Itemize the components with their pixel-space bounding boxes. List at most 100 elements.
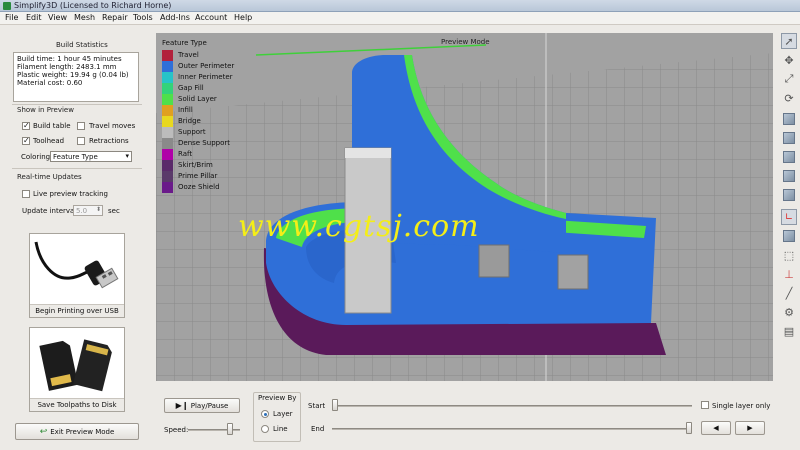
retractions-checkbox[interactable] bbox=[77, 137, 85, 145]
preview-viewport[interactable]: Preview Mode Feature Type Travel Outer P… bbox=[156, 33, 773, 381]
stat-filament-length: Filament length: 2483.1 mm bbox=[17, 63, 117, 71]
live-preview-tracking-checkbox[interactable] bbox=[22, 190, 30, 198]
legend-label: Travel bbox=[178, 51, 199, 59]
toolhead-label: Toolhead bbox=[33, 137, 65, 145]
divider bbox=[12, 104, 142, 105]
gear-icon[interactable]: ⚙ bbox=[781, 304, 797, 320]
view-cube-top-icon[interactable] bbox=[781, 130, 797, 146]
end-slider-thumb[interactable] bbox=[686, 422, 692, 434]
menu-view[interactable]: View bbox=[48, 13, 67, 22]
view-cube-front-icon[interactable] bbox=[781, 111, 797, 127]
start-slider-thumb[interactable] bbox=[332, 399, 338, 411]
legend-item: Bridge bbox=[162, 116, 207, 127]
line-radio[interactable] bbox=[261, 425, 269, 433]
legend-item: Gap Fill bbox=[162, 83, 207, 94]
print-usb-button[interactable]: Begin Printing over USB bbox=[29, 233, 125, 318]
single-layer-checkbox[interactable] bbox=[701, 401, 709, 409]
menu-add-ins[interactable]: Add-Ins bbox=[160, 13, 190, 22]
update-interval-label: Update interval bbox=[22, 207, 77, 215]
start-slider-track[interactable] bbox=[332, 405, 692, 407]
menu-repair[interactable]: Repair bbox=[102, 13, 128, 22]
cube-solid-icon[interactable] bbox=[781, 228, 797, 244]
tool-nozzle-icon[interactable]: ⊥ bbox=[781, 266, 797, 282]
travel-line bbox=[255, 44, 487, 56]
legend-item: Inner Perimeter bbox=[162, 72, 233, 83]
end-slider-track[interactable] bbox=[332, 428, 692, 430]
update-interval-spinner[interactable]: 5.0 bbox=[73, 205, 103, 216]
feature-type-legend: Feature Type Travel Outer Perimeter Inne… bbox=[162, 39, 234, 193]
save-to-disk-button[interactable]: Save Toolpaths to Disk bbox=[29, 327, 125, 412]
model-preview-canvas bbox=[156, 33, 773, 381]
speed-slider-thumb[interactable] bbox=[227, 423, 234, 435]
legend-swatch bbox=[162, 160, 173, 171]
legend-swatch bbox=[162, 138, 173, 149]
single-layer-label: Single layer only bbox=[712, 402, 771, 410]
legend-label: Solid Layer bbox=[178, 95, 217, 103]
divider bbox=[12, 168, 142, 169]
move-icon[interactable]: ✥ bbox=[781, 52, 797, 68]
legend-item: Infill bbox=[162, 105, 207, 116]
line-icon[interactable]: ╱ bbox=[781, 285, 797, 301]
legend-label: Bridge bbox=[178, 117, 201, 125]
legend-item: Skirt/Brim bbox=[162, 160, 213, 171]
legend-item: Outer Perimeter bbox=[162, 61, 234, 72]
legend-swatch bbox=[162, 127, 173, 138]
legend-item: Dense Support bbox=[162, 138, 230, 149]
app-icon bbox=[3, 2, 11, 10]
menu-help[interactable]: Help bbox=[234, 13, 252, 22]
preview-by-title: Preview By bbox=[258, 394, 297, 402]
retractions-label: Retractions bbox=[89, 137, 129, 145]
travel-moves-label: Travel moves bbox=[89, 122, 136, 130]
play-pause-button[interactable]: ▶❙ Play/Pause bbox=[164, 398, 240, 413]
legend-item: Solid Layer bbox=[162, 94, 217, 105]
legend-swatch bbox=[162, 83, 173, 94]
view-cube-side-icon[interactable] bbox=[781, 149, 797, 165]
build-table-label: Build table bbox=[33, 122, 71, 130]
previous-layer-button[interactable]: ◀ bbox=[701, 421, 731, 435]
rotate-icon[interactable]: ⟳ bbox=[781, 90, 797, 106]
view-cube-iso-icon[interactable] bbox=[781, 168, 797, 184]
line-radio-label: Line bbox=[273, 425, 288, 433]
playback-controls: ▶❙ Play/Pause Speed: Preview By Layer Li… bbox=[156, 384, 773, 450]
next-layer-button[interactable]: ▶ bbox=[735, 421, 765, 435]
print-usb-label: Begin Printing over USB bbox=[30, 304, 124, 317]
travel-moves-checkbox[interactable] bbox=[77, 122, 85, 130]
coloring-select[interactable]: Feature Type bbox=[50, 151, 132, 162]
build-table-checkbox[interactable] bbox=[22, 121, 30, 130]
update-interval-unit: sec bbox=[108, 207, 120, 215]
menu-tools[interactable]: Tools bbox=[133, 13, 153, 22]
cube-wire-icon[interactable]: ⬚ bbox=[781, 247, 797, 263]
stat-material-cost: Material cost: 0.60 bbox=[17, 79, 83, 87]
menu-file[interactable]: File bbox=[5, 13, 18, 22]
stat-plastic-weight: Plastic weight: 19.94 g (0.04 lb) bbox=[17, 71, 129, 79]
save-to-disk-label: Save Toolpaths to Disk bbox=[30, 398, 124, 411]
axes-icon[interactable]: ∟ bbox=[781, 209, 797, 225]
menu-edit[interactable]: Edit bbox=[26, 13, 42, 22]
select-arrow-icon[interactable]: ➚ bbox=[781, 33, 797, 49]
next-arrow-icon: ▶ bbox=[747, 424, 753, 432]
legend-swatch bbox=[162, 61, 173, 72]
exit-preview-button[interactable]: ↩ Exit Preview Mode bbox=[15, 423, 139, 440]
view-toolbar: ➚ ✥ ⤢ ⟳ ∟ ⬚ ⊥ ╱ ⚙ ▤ bbox=[778, 33, 800, 381]
realtime-updates-title: Real-time Updates bbox=[17, 173, 82, 181]
menu-account[interactable]: Account bbox=[195, 13, 227, 22]
view-fit-icon[interactable]: ⤢ bbox=[781, 71, 797, 87]
window-title: Simplify3D (Licensed to Richard Horne) bbox=[14, 1, 172, 10]
menu-mesh[interactable]: Mesh bbox=[74, 13, 95, 22]
toolhead-checkbox[interactable] bbox=[22, 136, 30, 145]
legend-item: Prime Pillar bbox=[162, 171, 217, 182]
legend-label: Dense Support bbox=[178, 139, 230, 147]
legend-label: Support bbox=[178, 128, 206, 136]
layers-icon[interactable]: ▤ bbox=[781, 323, 797, 339]
legend-label: Ooze Shield bbox=[178, 183, 220, 191]
coloring-label: Coloring bbox=[21, 153, 51, 161]
legend-label: Prime Pillar bbox=[178, 172, 218, 180]
legend-swatch bbox=[162, 149, 173, 160]
legend-item: Travel bbox=[162, 50, 207, 61]
support-block bbox=[478, 244, 510, 278]
view-cube-bottom-icon[interactable] bbox=[781, 187, 797, 203]
build-statistics-title: Build Statistics bbox=[56, 41, 108, 49]
layer-radio[interactable] bbox=[261, 410, 269, 418]
support-top bbox=[345, 148, 391, 158]
show-in-preview-title: Show in Preview bbox=[17, 106, 74, 114]
